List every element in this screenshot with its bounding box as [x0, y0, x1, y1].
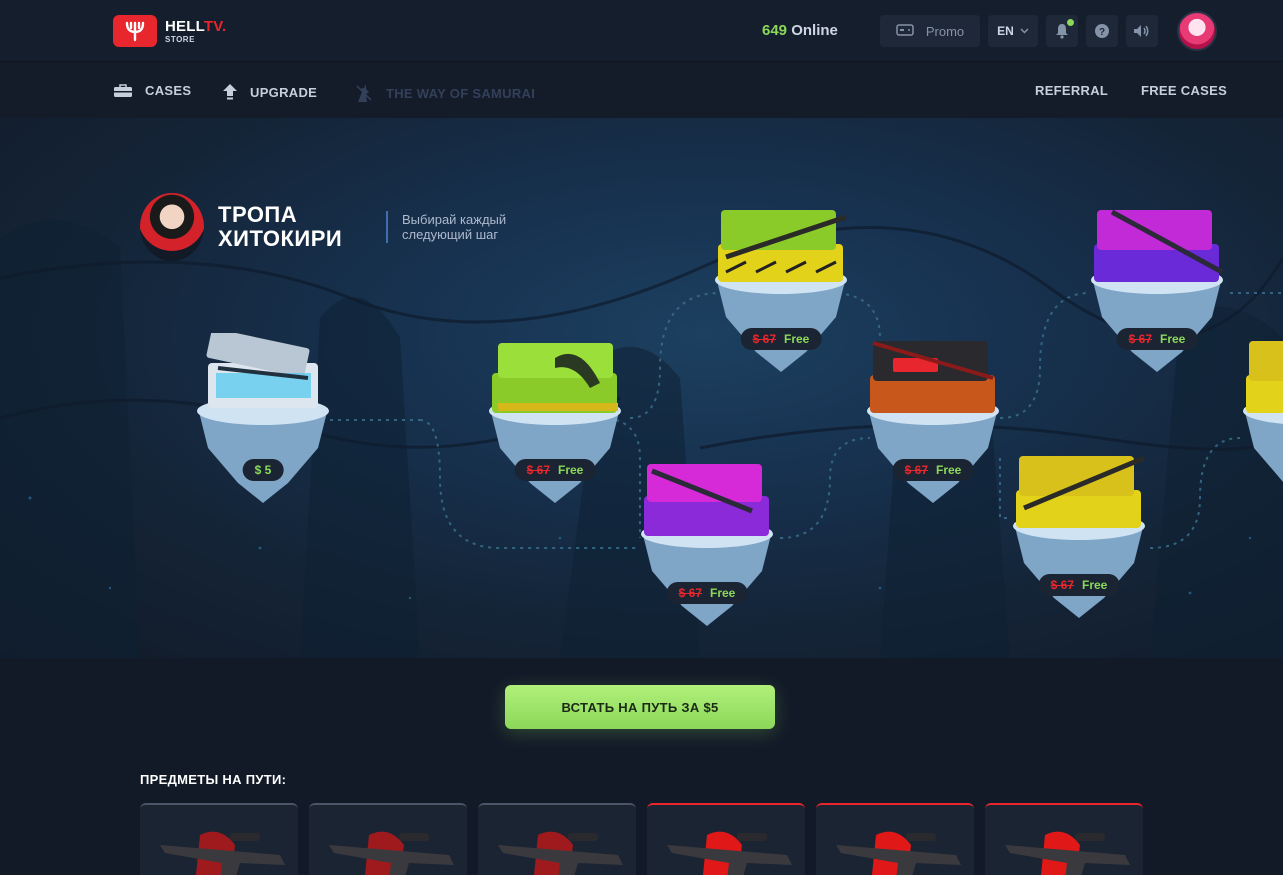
nav-referral[interactable]: REFERRAL [1035, 83, 1108, 98]
language-value: EN [997, 24, 1014, 38]
online-count: 649 [762, 22, 788, 39]
case-icon [113, 83, 133, 98]
node-old-price: $ 67 [678, 586, 702, 600]
node-free-label: Free [1160, 332, 1186, 346]
nav-referral-label: REFERRAL [1035, 83, 1109, 98]
logo-name-accent: TV. [203, 17, 227, 35]
node-free-label: Free [936, 463, 962, 477]
nav-upgrade-label: UPGRADE [250, 84, 318, 100]
items-section-title: ПРЕДМЕТЫ НА ПУТИ: [140, 772, 287, 787]
rifle-skin-icon [498, 831, 623, 875]
site-logo[interactable]: HELLTV. STORE [113, 15, 226, 47]
nav-cases[interactable]: CASES [113, 83, 191, 98]
sound-button[interactable] [1126, 15, 1158, 47]
node-free-label: Free [1082, 578, 1108, 592]
item-card[interactable] [140, 803, 298, 875]
node-old-price: $ 67 [1050, 578, 1074, 592]
nav-upgrade[interactable]: UPGRADE [222, 83, 317, 101]
samurai-emblem-icon [140, 193, 204, 261]
node-price-tag: $ 67 Free [1038, 574, 1120, 596]
notifications-button[interactable] [1046, 15, 1078, 47]
node-free-label: Free [558, 463, 584, 477]
help-icon: ? [1094, 23, 1110, 39]
nav-cases-label: CASES [145, 83, 192, 98]
nav-way-of-samurai[interactable]: THE WAY OF SAMURAI [354, 83, 535, 103]
rifle-skin-icon [667, 831, 792, 875]
path-node-6[interactable]: $ 67 Free [1004, 448, 1154, 618]
samurai-path-area: ТРОПА ХИТОКИРИ Выбирай каждый следующий … [0, 118, 1283, 658]
path-node-5[interactable]: $ 67 Free [858, 333, 1008, 503]
upgrade-arrow-icon [222, 83, 238, 101]
top-bar: HELLTV. STORE 649 Online Promo EN ? [0, 0, 1283, 62]
chevron-down-icon [1020, 28, 1029, 34]
yellow-case-icon [1243, 341, 1283, 482]
path-header: ТРОПА ХИТОКИРИ Выбирай каждый следующий … [140, 193, 527, 261]
node-old-price: $ 67 [752, 332, 776, 346]
rifle-skin-icon [836, 831, 961, 875]
trident-logo-icon [113, 15, 157, 47]
sound-icon [1133, 24, 1151, 38]
path-node-8[interactable] [1234, 333, 1283, 503]
node-price-tag: $ 67 Free [740, 328, 822, 350]
node-free-label: Free [784, 332, 810, 346]
main-nav: CASES UPGRADE THE WAY OF SAMURAI REFERRA… [0, 63, 1283, 118]
item-card[interactable] [985, 803, 1143, 875]
user-avatar[interactable] [1177, 11, 1217, 51]
node-free-label: Free [710, 586, 736, 600]
node-price-tag: $ 67 Free [892, 459, 974, 481]
nav-free-cases-label: FREE CASES [1141, 83, 1228, 98]
path-node-7[interactable]: $ 67 Free [1082, 202, 1232, 372]
node-old-price: $ 67 [904, 463, 928, 477]
node-price-tag: $ 67 Free [1116, 328, 1198, 350]
item-card[interactable] [816, 803, 974, 875]
item-card[interactable] [478, 803, 636, 875]
node-price-tag: $ 67 Free [514, 459, 596, 481]
logo-subtitle: STORE [165, 34, 195, 44]
rifle-skin-icon [329, 831, 454, 875]
path-description: Выбирай каждый следующий шаг [402, 212, 507, 242]
path-divider [386, 211, 388, 243]
path-node-start[interactable]: $ 5 [188, 333, 338, 503]
node-price-tag: $ 67 Free [666, 582, 748, 604]
node-old-price: $ 67 [526, 463, 550, 477]
svg-text:?: ? [1099, 27, 1105, 38]
promo-label: Promo [925, 23, 965, 39]
path-node-4[interactable]: $ 67 Free [706, 202, 856, 372]
path-node-2[interactable]: $ 67 Free [480, 333, 630, 503]
rifle-skin-icon [1005, 831, 1130, 875]
online-label: Online [791, 22, 838, 39]
path-title: ТРОПА ХИТОКИРИ [218, 202, 343, 251]
samurai-icon [354, 83, 374, 103]
path-node-3[interactable]: $ 67 Free [632, 456, 782, 626]
help-button[interactable]: ? [1086, 15, 1118, 47]
online-counter: 649 Online [762, 22, 838, 39]
node-old-price: $ 67 [1128, 332, 1152, 346]
item-card[interactable] [309, 803, 467, 875]
item-card[interactable] [647, 803, 805, 875]
items-list [140, 803, 1143, 875]
bell-icon [1055, 23, 1069, 39]
node-price: $ 5 [254, 463, 272, 477]
language-select[interactable]: EN [988, 15, 1038, 47]
promo-button[interactable]: Promo [880, 15, 980, 47]
join-path-button[interactable]: ВСТАТЬ НА ПУТЬ ЗА $5 [505, 685, 775, 729]
rifle-skin-icon [160, 831, 285, 875]
nav-free-cases[interactable]: FREE CASES [1141, 83, 1227, 98]
logo-name: HELL [165, 17, 204, 35]
node-price-tag: $ 5 [242, 459, 284, 481]
nav-samurai-label: THE WAY OF SAMURAI [386, 85, 536, 101]
notification-dot [1067, 19, 1074, 26]
promo-icon [896, 23, 914, 39]
